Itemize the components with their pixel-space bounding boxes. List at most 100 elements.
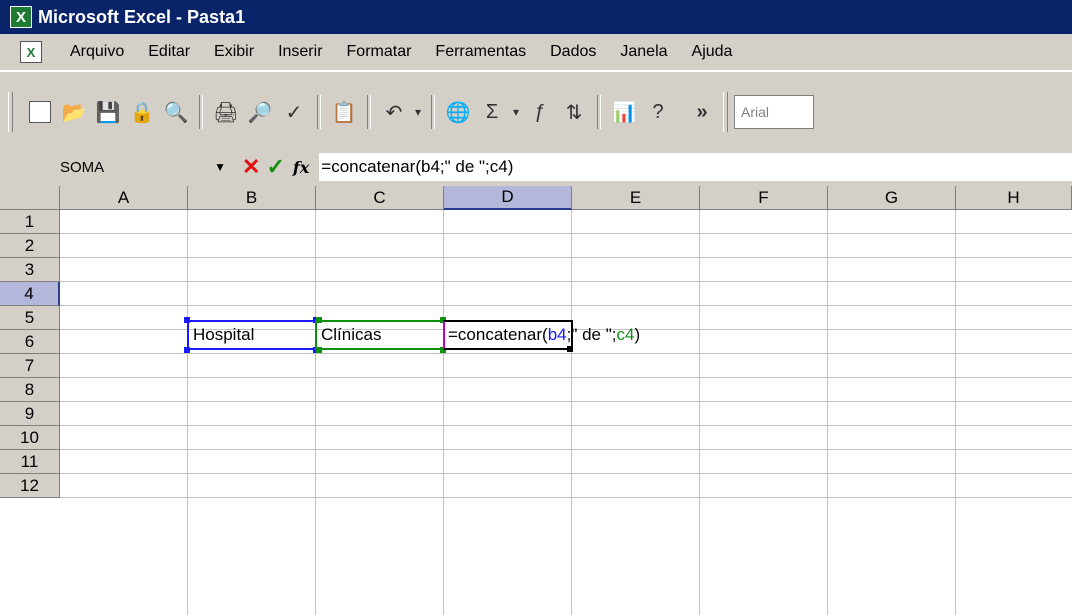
window-title: Microsoft Excel - Pasta1 bbox=[38, 6, 246, 27]
column-header-g[interactable]: G bbox=[828, 186, 956, 210]
enter-icon[interactable]: ✓ bbox=[266, 154, 284, 180]
toolbar-separator bbox=[199, 95, 203, 129]
grid-line bbox=[60, 257, 1072, 258]
cell-b4[interactable]: Hospital bbox=[193, 324, 254, 346]
formula-ref-b4: b4 bbox=[547, 325, 567, 344]
menu-exibir[interactable]: Exibir bbox=[214, 43, 254, 61]
fill-handle[interactable] bbox=[567, 346, 573, 352]
insert-function-icon[interactable]: fx bbox=[293, 158, 309, 177]
row-header-12[interactable]: 12 bbox=[0, 474, 60, 498]
row-header-3[interactable]: 3 bbox=[0, 258, 60, 282]
grid-line bbox=[443, 210, 444, 615]
menu-ajuda[interactable]: Ajuda bbox=[692, 43, 733, 61]
chevron-down-icon[interactable]: ▼ bbox=[214, 160, 226, 174]
chart-icon[interactable]: 📊 bbox=[607, 94, 641, 130]
row-header-1[interactable]: 1 bbox=[0, 210, 60, 234]
toolbar-more-icon[interactable]: » bbox=[685, 94, 719, 130]
grid-line bbox=[571, 210, 572, 615]
menu-formatar[interactable]: Formatar bbox=[347, 43, 412, 61]
autosum-icon[interactable]: Σ bbox=[475, 94, 509, 130]
range-handle[interactable] bbox=[184, 317, 190, 323]
paste-icon[interactable]: 📋 bbox=[327, 94, 361, 130]
column-header-c[interactable]: C bbox=[316, 186, 444, 210]
grid-line bbox=[315, 210, 316, 615]
menu-bar: X Arquivo Editar Exibir Inserir Formatar… bbox=[0, 34, 1072, 71]
help-icon[interactable]: ? bbox=[641, 94, 675, 130]
grid-line bbox=[699, 210, 700, 615]
range-handle[interactable] bbox=[316, 347, 322, 353]
range-handle[interactable] bbox=[316, 317, 322, 323]
search-icon[interactable]: 🔍 bbox=[159, 94, 193, 130]
autosum-dropdown-icon[interactable]: ▾ bbox=[509, 94, 523, 130]
grid-line bbox=[60, 233, 1072, 234]
row-header-4[interactable]: 4 bbox=[0, 282, 60, 306]
cell-c4[interactable]: Clínicas bbox=[321, 324, 381, 346]
formula-input[interactable]: =concatenar(b4;" de ";c4) bbox=[319, 153, 1072, 181]
formula-bar: SOMA ▼ ✕ ✓ fx =concatenar(b4;" de ";c4) bbox=[0, 152, 1072, 182]
title-bar: X Microsoft Excel - Pasta1 bbox=[0, 0, 1072, 34]
toolbar-separator bbox=[597, 95, 601, 129]
undo-dropdown-icon[interactable]: ▾ bbox=[411, 94, 425, 130]
menu-arquivo[interactable]: Arquivo bbox=[70, 43, 124, 61]
function-icon[interactable]: ƒ bbox=[523, 94, 557, 130]
menu-dados[interactable]: Dados bbox=[550, 43, 596, 61]
cell-d4-formula[interactable]: =concatenar(b4;" de ";c4) bbox=[448, 324, 640, 346]
grid-line bbox=[187, 210, 188, 615]
grid-line bbox=[955, 210, 956, 615]
column-header-e[interactable]: E bbox=[572, 186, 700, 210]
formula-text: ) bbox=[634, 325, 641, 344]
grid-line bbox=[827, 210, 828, 615]
open-icon[interactable]: 📂 bbox=[57, 94, 91, 130]
undo-icon[interactable]: ↶ bbox=[377, 94, 411, 130]
menu-ferramentas[interactable]: Ferramentas bbox=[435, 43, 526, 61]
standard-toolbar: 📂 💾 🔒 🔍 🖨 🔎 ✓ 📋 ↶ ▾ 🌐 Σ ▾ ƒ ⇅ 📊 ? » Aria… bbox=[0, 71, 1072, 153]
workbook-icon[interactable]: X bbox=[20, 41, 42, 63]
excel-app-icon[interactable]: X bbox=[10, 6, 32, 28]
save-icon[interactable]: 💾 bbox=[91, 94, 125, 130]
range-handle[interactable] bbox=[184, 347, 190, 353]
grid-line bbox=[60, 305, 1072, 306]
column-header-d[interactable]: D bbox=[444, 186, 572, 210]
font-name-box[interactable]: Arial bbox=[734, 95, 814, 129]
grid-line bbox=[60, 281, 1072, 282]
sort-ascending-icon[interactable]: ⇅ bbox=[557, 94, 591, 130]
row-header-2[interactable]: 2 bbox=[0, 234, 60, 258]
grid-line bbox=[60, 401, 1072, 402]
grid-line bbox=[60, 377, 1072, 378]
row-header-11[interactable]: 11 bbox=[0, 450, 60, 474]
column-header-b[interactable]: B bbox=[188, 186, 316, 210]
row-header-7[interactable]: 7 bbox=[0, 354, 60, 378]
grid-line bbox=[60, 497, 1072, 498]
grid-line bbox=[60, 425, 1072, 426]
grid-line bbox=[60, 473, 1072, 474]
column-header-f[interactable]: F bbox=[700, 186, 828, 210]
worksheet-grid: A B C D E F G H 1 2 3 4 5 6 7 8 9 10 11 … bbox=[0, 186, 1072, 615]
toolbar-separator bbox=[431, 95, 435, 129]
row-header-8[interactable]: 8 bbox=[0, 378, 60, 402]
select-all-corner[interactable] bbox=[0, 186, 60, 210]
menu-janela[interactable]: Janela bbox=[620, 43, 667, 61]
toolbar-grip[interactable] bbox=[723, 92, 728, 132]
name-box[interactable]: SOMA ▼ bbox=[60, 154, 240, 180]
menu-inserir[interactable]: Inserir bbox=[278, 43, 322, 61]
formula-text: =concatenar( bbox=[448, 325, 548, 344]
menu-editar[interactable]: Editar bbox=[148, 43, 190, 61]
row-header-10[interactable]: 10 bbox=[0, 426, 60, 450]
name-box-value: SOMA bbox=[60, 158, 105, 176]
row-header-6[interactable]: 6 bbox=[0, 330, 60, 354]
grid-line bbox=[60, 449, 1072, 450]
column-header-a[interactable]: A bbox=[60, 186, 188, 210]
new-icon[interactable] bbox=[23, 94, 57, 130]
permission-icon[interactable]: 🔒 bbox=[125, 94, 159, 130]
print-preview-icon[interactable]: 🔎 bbox=[243, 94, 277, 130]
cancel-icon[interactable]: ✕ bbox=[242, 154, 260, 180]
grid-line bbox=[60, 353, 1072, 354]
row-header-5[interactable]: 5 bbox=[0, 306, 60, 330]
print-icon[interactable]: 🖨 bbox=[209, 94, 243, 130]
spelling-icon[interactable]: ✓ bbox=[277, 94, 311, 130]
toolbar-separator bbox=[367, 95, 371, 129]
row-header-9[interactable]: 9 bbox=[0, 402, 60, 426]
toolbar-grip[interactable] bbox=[8, 92, 13, 132]
hyperlink-icon[interactable]: 🌐 bbox=[441, 94, 475, 130]
column-header-h[interactable]: H bbox=[956, 186, 1072, 210]
